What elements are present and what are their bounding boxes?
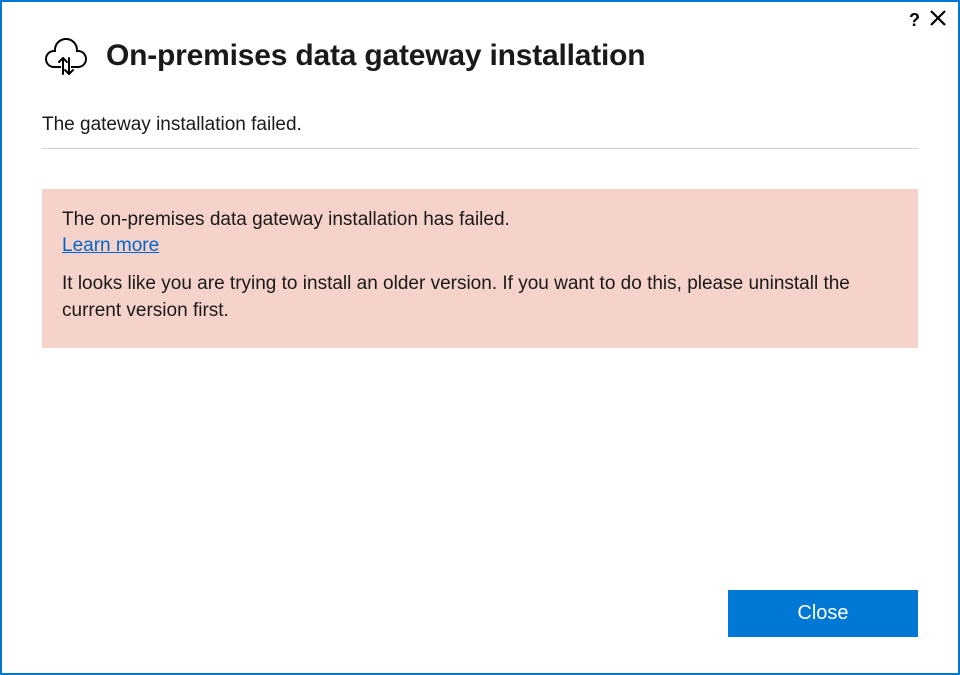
titlebar-controls: ? [909,10,946,30]
error-title: The on-premises data gateway installatio… [62,209,898,231]
error-detail: It looks like you are trying to install … [62,271,898,324]
dialog-footer: Close [2,590,958,673]
learn-more-link[interactable]: Learn more [62,235,159,257]
installer-dialog: ? On-premises data gateway installation … [0,0,960,675]
dialog-header: On-premises data gateway installation [2,2,958,90]
status-message: The gateway installation failed. [42,100,918,149]
close-icon[interactable] [930,10,946,30]
error-panel: The on-premises data gateway installatio… [42,189,918,348]
cloud-gateway-icon [42,32,90,80]
help-icon[interactable]: ? [909,11,920,29]
dialog-content: The gateway installation failed. The on-… [2,90,958,590]
close-button[interactable]: Close [728,590,918,637]
dialog-title: On-premises data gateway installation [106,39,645,73]
